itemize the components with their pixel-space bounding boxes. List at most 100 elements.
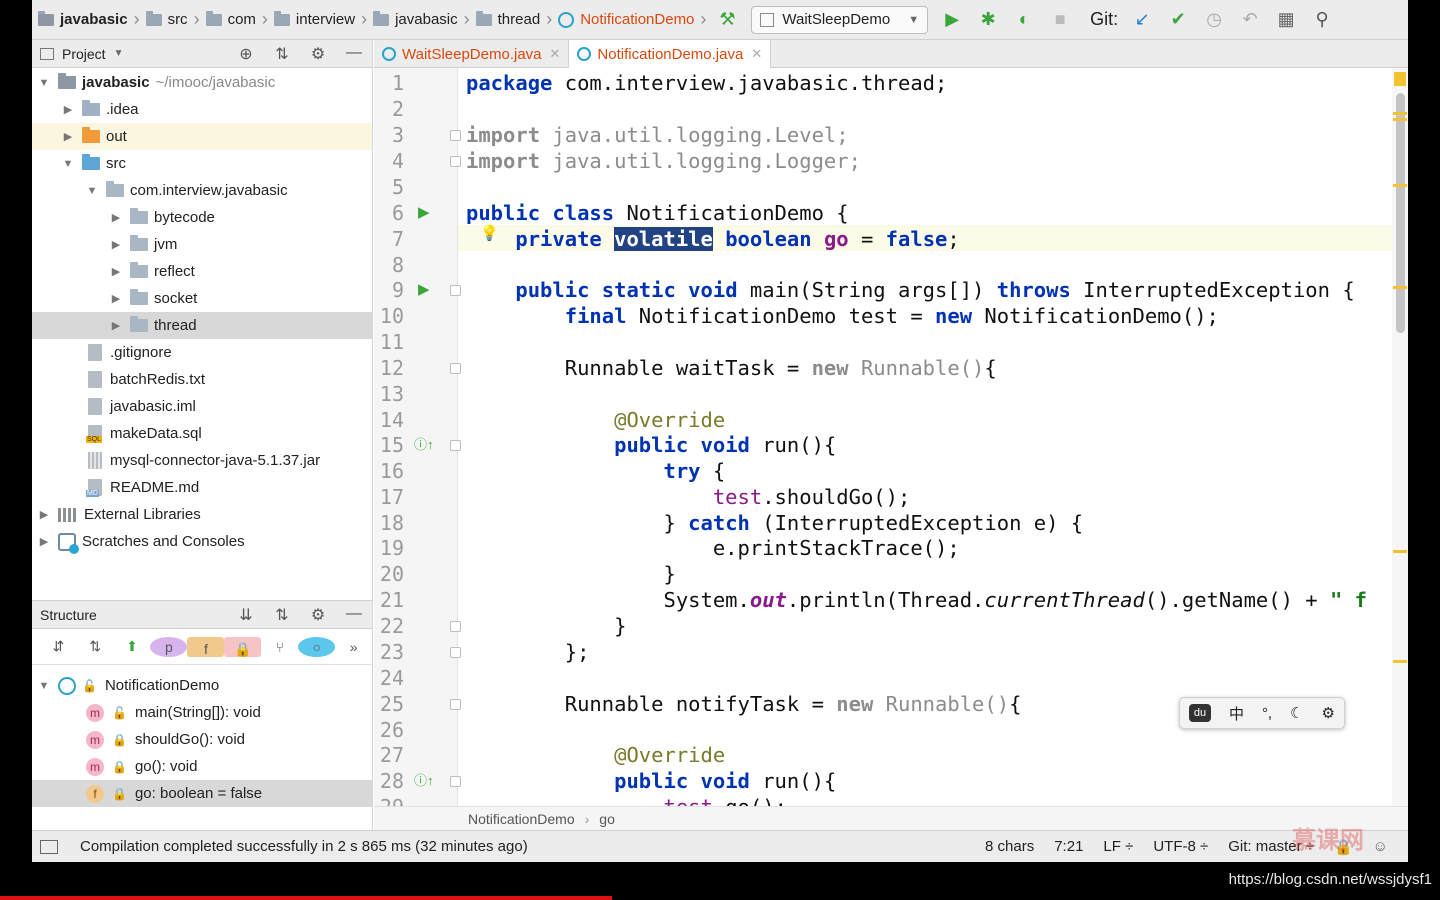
tree-item-reflect[interactable]: ▶ reflect bbox=[32, 258, 372, 285]
breadcrumb-notificationdemo[interactable]: NotificationDemo bbox=[555, 0, 697, 40]
tree-item-out[interactable]: ▶ out bbox=[32, 123, 372, 150]
collapsed-arrow-icon[interactable]: ▶ bbox=[110, 319, 122, 332]
collapsed-arrow-icon[interactable]: ▶ bbox=[110, 238, 122, 251]
selected-text[interactable]: volatile bbox=[614, 227, 713, 251]
fold-marker-icon[interactable] bbox=[450, 647, 461, 658]
code-editor[interactable]: 1 2 3 4 5 6 7 8 9 10 11 12 13 14 15 16 1… bbox=[374, 68, 1408, 806]
tree-item-makedata[interactable]: makeData.sql bbox=[32, 420, 372, 447]
tree-item-src[interactable]: ▼ src bbox=[32, 150, 372, 177]
warning-marker[interactable] bbox=[1393, 112, 1407, 115]
fold-marker-icon[interactable] bbox=[450, 621, 461, 632]
tree-item-batchredis[interactable]: batchRedis.txt bbox=[32, 366, 372, 393]
chevron-down-icon[interactable]: ▼ bbox=[114, 48, 124, 59]
expanded-arrow-icon[interactable]: ▼ bbox=[38, 680, 50, 692]
structure-member-go-field[interactable]: f 🔒 go: boolean = false bbox=[32, 780, 372, 807]
git-update-icon[interactable]: ↙ bbox=[1124, 0, 1160, 40]
warning-marker[interactable] bbox=[1393, 286, 1407, 289]
warning-marker[interactable] bbox=[1393, 184, 1407, 187]
coverage-icon[interactable]: ◐ bbox=[1006, 0, 1042, 40]
editor-scrollbar[interactable] bbox=[1392, 68, 1408, 806]
expanded-arrow-icon[interactable]: ▼ bbox=[38, 77, 50, 89]
show-anonymous-icon[interactable]: ○ bbox=[298, 636, 336, 657]
structure-class[interactable]: ▼ 🔓 NotificationDemo bbox=[32, 672, 372, 699]
breadcrumb-class[interactable]: NotificationDemo bbox=[468, 811, 575, 827]
tree-item-package[interactable]: ▼ com.interview.javabasic bbox=[32, 177, 372, 204]
scrollbar-thumb[interactable] bbox=[1396, 93, 1405, 333]
close-icon[interactable]: ✕ bbox=[550, 46, 561, 62]
ime-punctuation[interactable]: °, bbox=[1262, 705, 1272, 722]
show-properties-icon[interactable]: p bbox=[150, 636, 188, 657]
build-hammer-icon[interactable]: ⚒ bbox=[709, 0, 745, 40]
tab-waitsleepdemo[interactable]: WaitSleepDemo.java ✕ bbox=[374, 40, 570, 68]
gear-icon[interactable]: ⚙ bbox=[1322, 704, 1335, 722]
tree-item-jar[interactable]: mysql-connector-java-5.1.37.jar bbox=[32, 447, 372, 474]
implements-method-icon[interactable]: ⓘ↑ bbox=[414, 434, 434, 453]
tree-item-bytecode[interactable]: ▶ bytecode bbox=[32, 204, 372, 231]
tree-item-iml[interactable]: javabasic.iml bbox=[32, 393, 372, 420]
breadcrumb-src[interactable]: src bbox=[143, 0, 191, 40]
tree-item-thread[interactable]: ▶ thread bbox=[32, 312, 372, 339]
warning-marker[interactable] bbox=[1393, 660, 1407, 663]
show-non-public-icon[interactable]: 🔒 bbox=[224, 636, 262, 657]
stop-icon[interactable]: ■ bbox=[1042, 0, 1078, 40]
breadcrumb-interview[interactable]: interview bbox=[271, 0, 358, 40]
collapse-all-icon[interactable]: ⇅ bbox=[264, 605, 300, 625]
run-config-select[interactable]: WaitSleepDemo ▼ bbox=[751, 5, 929, 34]
tree-item-socket[interactable]: ▶ socket bbox=[32, 285, 372, 312]
fold-marker-icon[interactable] bbox=[450, 285, 461, 296]
collapsed-arrow-icon[interactable]: ▶ bbox=[62, 130, 74, 143]
tab-notificationdemo[interactable]: NotificationDemo.java ✕ bbox=[569, 40, 772, 68]
structure-member-shouldgo[interactable]: m 🔒 shouldGo(): void bbox=[32, 726, 372, 753]
caret-position[interactable]: 7:21 bbox=[1054, 838, 1083, 855]
inspector-icon[interactable]: ☺ bbox=[1373, 838, 1388, 855]
collapsed-arrow-icon[interactable]: ▶ bbox=[110, 265, 122, 278]
tree-item-external-libraries[interactable]: ▶ External Libraries bbox=[32, 501, 372, 528]
run-gutter-icon[interactable]: ▶ bbox=[418, 280, 430, 298]
history-icon[interactable]: ◷ bbox=[1196, 0, 1232, 40]
tree-item-gitignore[interactable]: .gitignore bbox=[32, 339, 372, 366]
project-view-selector[interactable]: Project bbox=[62, 46, 106, 62]
target-icon[interactable]: ⊕ bbox=[228, 44, 264, 64]
project-structure-icon[interactable]: ▦ bbox=[1268, 0, 1304, 40]
ime-chinese-mode[interactable]: 中 bbox=[1229, 703, 1244, 724]
structure-member-go-method[interactable]: m 🔒 go(): void bbox=[32, 753, 372, 780]
breadcrumb-thread[interactable]: thread bbox=[473, 0, 544, 40]
fold-marker-icon[interactable] bbox=[450, 156, 461, 167]
minimize-icon[interactable]: — bbox=[336, 44, 372, 64]
git-commit-icon[interactable]: ✔ bbox=[1160, 0, 1196, 40]
fold-marker-icon[interactable] bbox=[450, 363, 461, 374]
tree-item-readme[interactable]: README.md bbox=[32, 474, 372, 501]
tree-item-jvm[interactable]: ▶ jvm bbox=[32, 231, 372, 258]
breadcrumb-javabasic[interactable]: javabasic bbox=[32, 0, 131, 40]
show-lambdas-icon[interactable]: ⑂ bbox=[261, 639, 298, 655]
tree-item-javabasic[interactable]: ▼ javabasic ~/imooc/javabasic bbox=[32, 69, 372, 96]
expanded-arrow-icon[interactable]: ▼ bbox=[62, 158, 74, 170]
gear-icon[interactable]: ⚙ bbox=[300, 44, 336, 64]
collapse-icon[interactable]: ⇅ bbox=[264, 44, 300, 64]
fold-marker-icon[interactable] bbox=[450, 130, 461, 141]
collapsed-arrow-icon[interactable]: ▶ bbox=[110, 211, 122, 224]
video-progress-bar[interactable] bbox=[0, 896, 612, 900]
show-fields-icon[interactable]: f bbox=[187, 636, 225, 657]
more-icon[interactable]: » bbox=[335, 639, 372, 655]
breadcrumb-field[interactable]: go bbox=[599, 811, 615, 827]
minimize-icon[interactable]: — bbox=[336, 605, 372, 625]
line-separator[interactable]: LF ÷ bbox=[1103, 838, 1133, 855]
expand-all-icon[interactable]: ⇊ bbox=[228, 605, 264, 625]
close-icon[interactable]: ✕ bbox=[751, 46, 762, 62]
breadcrumb-javabasic-pkg[interactable]: javabasic bbox=[370, 0, 461, 40]
run-icon[interactable]: ▶ bbox=[934, 0, 970, 40]
fold-marker-icon[interactable] bbox=[450, 776, 461, 787]
debug-bug-icon[interactable]: ✱ bbox=[970, 0, 1006, 40]
sort-alpha-icon[interactable]: ⇵ bbox=[40, 638, 77, 655]
toggle-tool-windows-icon[interactable] bbox=[40, 839, 58, 854]
show-inherited-icon[interactable]: ⬆ bbox=[114, 638, 151, 655]
collapsed-arrow-icon[interactable]: ▶ bbox=[38, 508, 50, 521]
tree-item-scratches[interactable]: ▶ Scratches and Consoles bbox=[32, 528, 372, 555]
warning-marker[interactable] bbox=[1393, 118, 1407, 121]
warning-marker[interactable] bbox=[1393, 550, 1407, 553]
search-icon[interactable]: ⚲ bbox=[1304, 0, 1340, 40]
revert-icon[interactable]: ↶ bbox=[1232, 0, 1268, 40]
inspection-status-icon[interactable] bbox=[1394, 72, 1406, 86]
collapsed-arrow-icon[interactable]: ▶ bbox=[110, 292, 122, 305]
